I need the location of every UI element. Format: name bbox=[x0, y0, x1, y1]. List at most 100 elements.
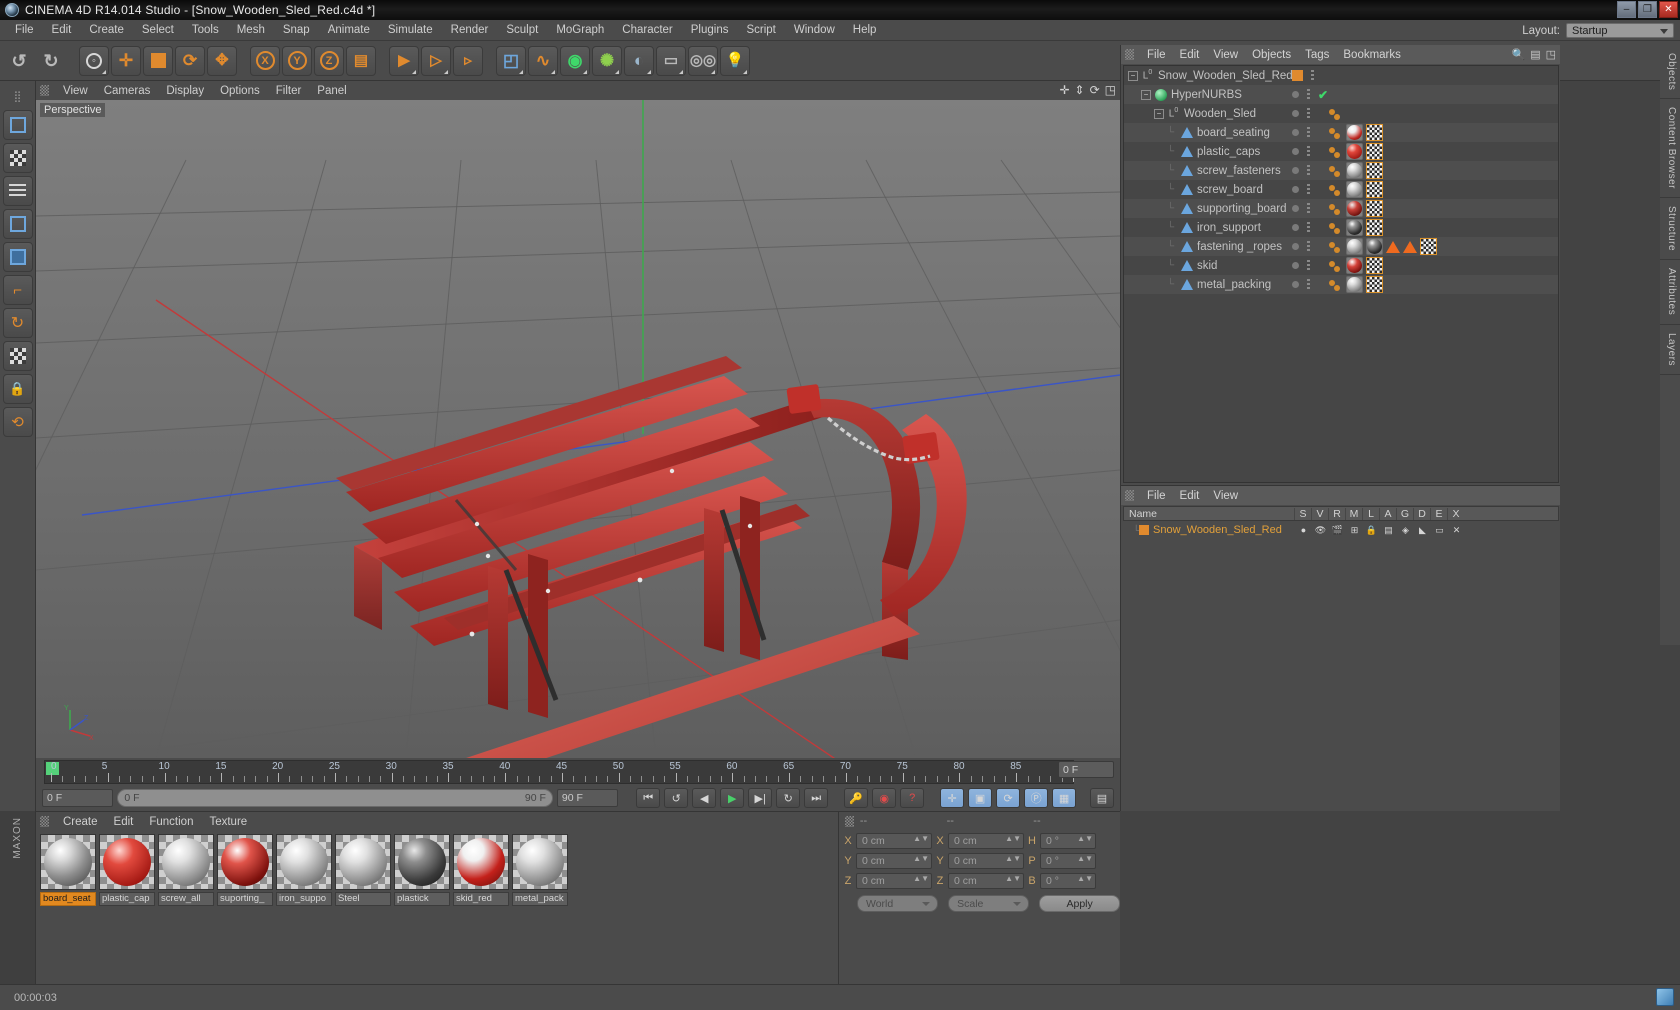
object-menu-objects[interactable]: Objects bbox=[1245, 47, 1298, 63]
texture-tag-icon[interactable] bbox=[1366, 162, 1383, 179]
menu-file[interactable]: File bbox=[6, 22, 43, 38]
keyframe-help-button[interactable]: ? bbox=[900, 788, 925, 808]
material-preview-swatch[interactable] bbox=[99, 834, 155, 890]
object-visibility-dots[interactable] bbox=[1292, 184, 1310, 195]
material-cell[interactable]: plastick bbox=[394, 834, 450, 906]
editor-visibility-dot[interactable] bbox=[1292, 243, 1299, 250]
object-visibility-dots[interactable] bbox=[1292, 222, 1310, 233]
coordinate-size-input[interactable]: 0 cm ▲▼ bbox=[948, 852, 1024, 869]
pla-key-toggle[interactable]: ▦ bbox=[1052, 788, 1077, 808]
editor-visibility-dot[interactable] bbox=[1292, 224, 1299, 231]
render-visibility-dots[interactable] bbox=[1307, 279, 1310, 290]
tab-attributes[interactable]: Attributes bbox=[1660, 260, 1680, 325]
record-key-button[interactable]: 🔑 bbox=[844, 788, 869, 808]
material-preview-swatch[interactable] bbox=[158, 834, 214, 890]
material-tag-icon[interactable] bbox=[1366, 238, 1383, 255]
material-tag-icon[interactable] bbox=[1346, 181, 1363, 198]
viewport[interactable]: View Cameras Display Options Filter Pane… bbox=[36, 81, 1120, 758]
material-tag-icon[interactable] bbox=[1346, 143, 1363, 160]
material-preview-swatch[interactable] bbox=[217, 834, 273, 890]
material-name-label[interactable]: metal_pack bbox=[512, 892, 568, 906]
move-scale-rotate-button[interactable]: ✥ bbox=[207, 45, 237, 76]
step-back-button[interactable]: ◀ bbox=[692, 788, 717, 808]
material-cell[interactable]: iron_suppo bbox=[276, 834, 332, 906]
viewport-menu-display[interactable]: Display bbox=[158, 83, 212, 99]
model-mode-button[interactable] bbox=[2, 110, 33, 140]
layer-toggle-l[interactable]: 🔒 bbox=[1363, 525, 1380, 536]
viewport-canvas[interactable]: Y Z X bbox=[36, 100, 1120, 758]
render-visibility-dots[interactable] bbox=[1307, 89, 1310, 100]
undo-button[interactable]: ↺ bbox=[4, 46, 34, 76]
layers-header-a[interactable]: A bbox=[1379, 507, 1396, 520]
render-visibility-dots[interactable] bbox=[1307, 127, 1310, 138]
layer-toggle-s[interactable]: ● bbox=[1295, 525, 1312, 535]
layer-toggle-d[interactable]: ◣ bbox=[1414, 525, 1431, 536]
coordinate-spinner-icon[interactable]: ▲▼ bbox=[1077, 874, 1093, 882]
filter-icon[interactable]: ▤ bbox=[1530, 48, 1540, 61]
texture-mode-button[interactable] bbox=[2, 143, 33, 173]
coordinate-spinner-icon[interactable]: ▲▼ bbox=[913, 874, 929, 882]
timeline-frame-field[interactable]: 0 F bbox=[1058, 761, 1114, 778]
coordinate-spinner-icon[interactable]: ▲▼ bbox=[913, 854, 929, 862]
rotate-tool-button[interactable]: ⟳ bbox=[175, 45, 205, 76]
object-visibility-dots[interactable] bbox=[1292, 70, 1314, 81]
menu-help[interactable]: Help bbox=[844, 22, 886, 38]
add-generator-button[interactable]: ◉ bbox=[560, 45, 590, 76]
object-name-label[interactable]: metal_packing bbox=[1197, 279, 1271, 291]
selection-tag-icon[interactable] bbox=[1329, 145, 1343, 159]
menu-mograph[interactable]: MoGraph bbox=[547, 22, 613, 38]
layers-header-r[interactable]: R bbox=[1328, 507, 1345, 520]
object-row[interactable]: └ skid bbox=[1124, 256, 1558, 275]
coordinate-rotation-input[interactable]: 0 ° ▲▼ bbox=[1040, 872, 1096, 889]
add-camera-button[interactable]: ▭ bbox=[656, 45, 686, 76]
render-visibility-dots[interactable] bbox=[1307, 203, 1310, 214]
layers-header-m[interactable]: M bbox=[1345, 507, 1362, 520]
add-spline-button[interactable]: ∿ bbox=[528, 45, 558, 76]
lock-y-axis-button[interactable]: Y bbox=[282, 45, 312, 76]
editor-visibility-dot[interactable] bbox=[1292, 186, 1299, 193]
menu-animate[interactable]: Animate bbox=[319, 22, 379, 38]
layer-toggle-x[interactable]: ✕ bbox=[1448, 525, 1465, 536]
scale-tool-button[interactable] bbox=[143, 45, 173, 76]
play-reverse-button[interactable]: ↺ bbox=[664, 788, 689, 808]
layers-header-d[interactable]: D bbox=[1413, 507, 1430, 520]
menu-tools[interactable]: Tools bbox=[183, 22, 228, 38]
go-to-start-button[interactable]: ⏮ bbox=[636, 788, 661, 808]
viewport-solo-button[interactable] bbox=[2, 341, 33, 371]
object-row[interactable]: − L0 Wooden_Sled bbox=[1124, 104, 1558, 123]
parameter-key-toggle[interactable]: Ⓟ bbox=[1024, 788, 1049, 808]
layer-name-label[interactable]: Snow_Wooden_Sled_Red bbox=[1153, 524, 1295, 536]
selection-tag-icon[interactable] bbox=[1329, 240, 1343, 254]
coordinate-spinner-icon[interactable]: ▲▼ bbox=[1005, 874, 1021, 882]
texture-tag-icon[interactable] bbox=[1366, 181, 1383, 198]
object-visibility-dots[interactable] bbox=[1292, 260, 1310, 271]
material-menu-edit[interactable]: Edit bbox=[106, 814, 142, 830]
editor-visibility-dot[interactable] bbox=[1292, 167, 1299, 174]
add-stage-button[interactable]: ◎◎ bbox=[688, 45, 718, 76]
material-menu-texture[interactable]: Texture bbox=[201, 814, 255, 830]
render-visibility-dots[interactable] bbox=[1307, 222, 1310, 233]
layers-row[interactable]: └ Snow_Wooden_Sled_Red ● 👁 🎬 ⊞ 🔒 ▤ ◈ ◣ ▭ ✕ bbox=[1123, 522, 1559, 538]
add-light-button[interactable]: 💡 bbox=[720, 45, 750, 76]
material-cell[interactable]: skid_red bbox=[453, 834, 509, 906]
play-button[interactable]: ▶ bbox=[720, 788, 745, 808]
render-region-button[interactable]: ▷ bbox=[421, 45, 451, 76]
object-visibility-dots[interactable] bbox=[1292, 108, 1310, 119]
material-name-label[interactable]: screw_all bbox=[158, 892, 214, 906]
material-preview-swatch[interactable] bbox=[453, 834, 509, 890]
coordinate-position-input[interactable]: 0 cm ▲▼ bbox=[856, 832, 932, 849]
material-tag-icon[interactable] bbox=[1346, 257, 1363, 274]
current-frame-input[interactable]: 0 F bbox=[42, 789, 114, 807]
selection-tag-icon[interactable] bbox=[1329, 221, 1343, 235]
material-tag-icon[interactable] bbox=[1346, 276, 1363, 293]
object-menu-view[interactable]: View bbox=[1206, 47, 1245, 63]
add-cube-button[interactable]: ◰ bbox=[496, 45, 526, 76]
twirl-down-icon[interactable]: − bbox=[1154, 108, 1164, 119]
step-forward-button[interactable]: ▶| bbox=[748, 788, 773, 808]
object-name-label[interactable]: fastening _ropes bbox=[1197, 241, 1282, 253]
selection-tag-icon[interactable] bbox=[1329, 164, 1343, 178]
texture-tag-icon[interactable] bbox=[1366, 143, 1383, 160]
layer-toggle-v[interactable]: 👁 bbox=[1312, 525, 1329, 536]
texture-tag-icon[interactable] bbox=[1366, 219, 1383, 236]
maximize-button[interactable]: ❐ bbox=[1638, 1, 1657, 18]
